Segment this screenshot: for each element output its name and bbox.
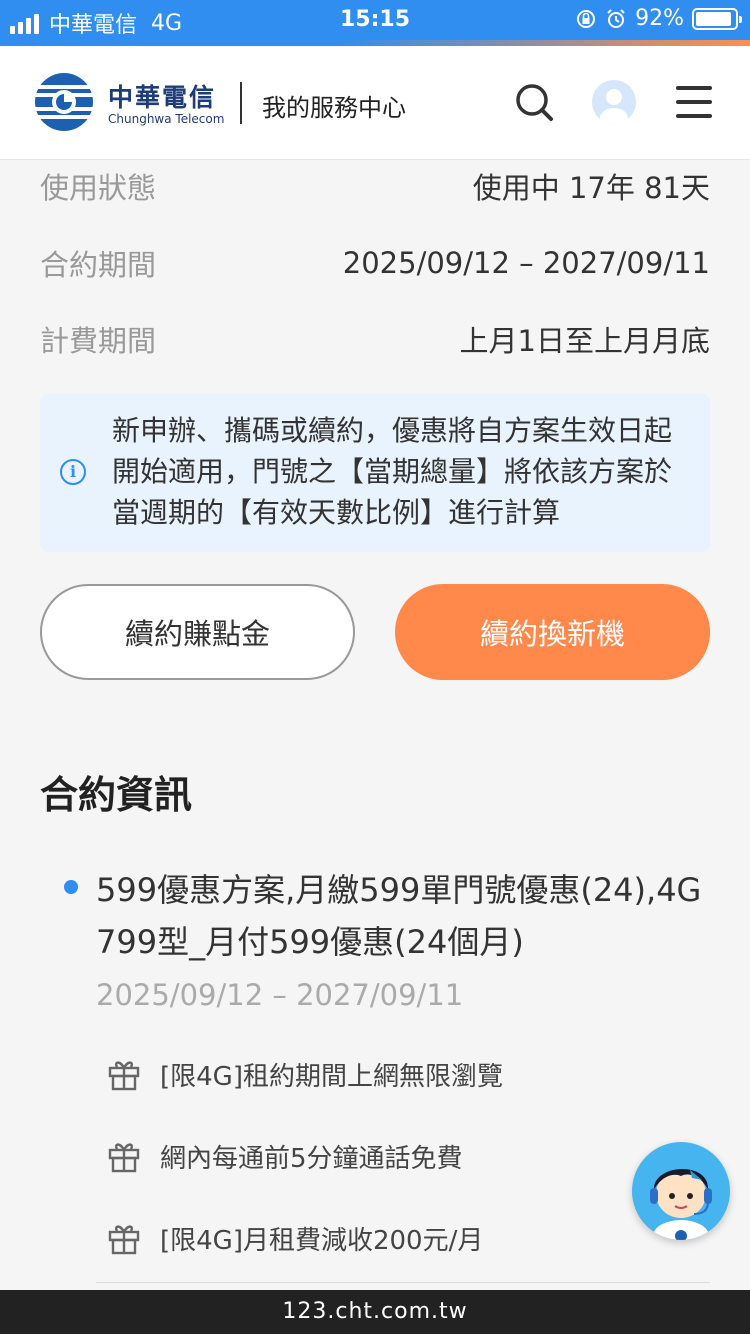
usage-status-label: 使用狀態 xyxy=(40,171,157,205)
benefit-text: [限4G]月租費減收200元/月 xyxy=(160,1225,484,1256)
customer-service-mascot-icon[interactable] xyxy=(632,1142,730,1240)
page-title: 我的服務中心 xyxy=(262,94,406,122)
menu-icon[interactable] xyxy=(676,86,712,118)
battery-icon xyxy=(692,7,742,30)
status-bar: 中華電信 4G 15:15 92% xyxy=(0,0,750,40)
benefit-text: 網內每通前5分鐘通話免費 xyxy=(160,1143,463,1174)
billing-period-row: 計費期間 上月1日至上月月底 xyxy=(40,319,710,359)
notice-box: i 新申辦、攜碼或續約，優惠將自方案生效日起開始適用，門號之【當期總量】將依該方… xyxy=(40,394,710,552)
usage-status-value: 使用中 17年 81天 xyxy=(472,171,710,205)
billing-period-value: 上月1日至上月月底 xyxy=(459,324,710,358)
benefit-item: [限4G]租約期間上網無限瀏覽 xyxy=(106,1054,503,1094)
browser-url-bar[interactable]: 123.cht.com.tw xyxy=(0,1290,750,1334)
section-divider xyxy=(96,1282,710,1283)
notice-text: 新申辦、攜碼或續約，優惠將自方案生效日起開始適用，門號之【當期總量】將依該方案於… xyxy=(112,414,673,529)
alarm-icon xyxy=(607,8,625,28)
usage-status-row: 使用狀態 使用中 17年 81天 xyxy=(40,166,710,206)
header-divider xyxy=(240,82,242,124)
benefit-item: [限4G]月租費減收200元/月 xyxy=(106,1218,483,1258)
renew-earn-points-button[interactable]: 續約賺點金 xyxy=(40,584,355,680)
rotation-lock-icon xyxy=(577,9,596,28)
gift-icon xyxy=(108,1061,140,1091)
plan-period: 2025/09/12 – 2027/09/11 xyxy=(96,978,464,1012)
avatar-icon[interactable] xyxy=(592,80,636,124)
billing-period-label: 計費期間 xyxy=(40,324,157,358)
gift-icon xyxy=(108,1225,140,1255)
contract-period-label: 合約期間 xyxy=(40,248,157,282)
contract-section-title: 合約資訊 xyxy=(40,773,193,817)
search-icon[interactable] xyxy=(514,82,554,122)
gift-icon xyxy=(108,1143,140,1173)
contract-period-row: 合約期間 2025/09/12 – 2027/09/11 xyxy=(40,243,710,283)
benefit-text: [限4G]租約期間上網無限瀏覽 xyxy=(160,1061,503,1092)
plan-name: 599優惠方案,月繳599單門號優惠(24),4G 799型_月付599優惠(2… xyxy=(96,871,702,961)
benefit-item: 網內每通前5分鐘通話免費 xyxy=(106,1136,463,1176)
site-header: 中華電信 Chunghwa Telecom 我的服務中心 xyxy=(0,46,750,160)
renew-new-phone-button[interactable]: 續約換新機 xyxy=(395,584,710,680)
info-icon: i xyxy=(60,459,86,485)
chunghwa-logo-icon[interactable] xyxy=(34,72,94,132)
brand-name-en: Chunghwa Telecom xyxy=(108,112,225,126)
plan-bullet xyxy=(64,880,78,894)
contract-period-value: 2025/09/12 – 2027/09/11 xyxy=(342,246,710,280)
brand-name: 中華電信 xyxy=(108,83,217,112)
battery-percent: 92% xyxy=(635,6,684,31)
